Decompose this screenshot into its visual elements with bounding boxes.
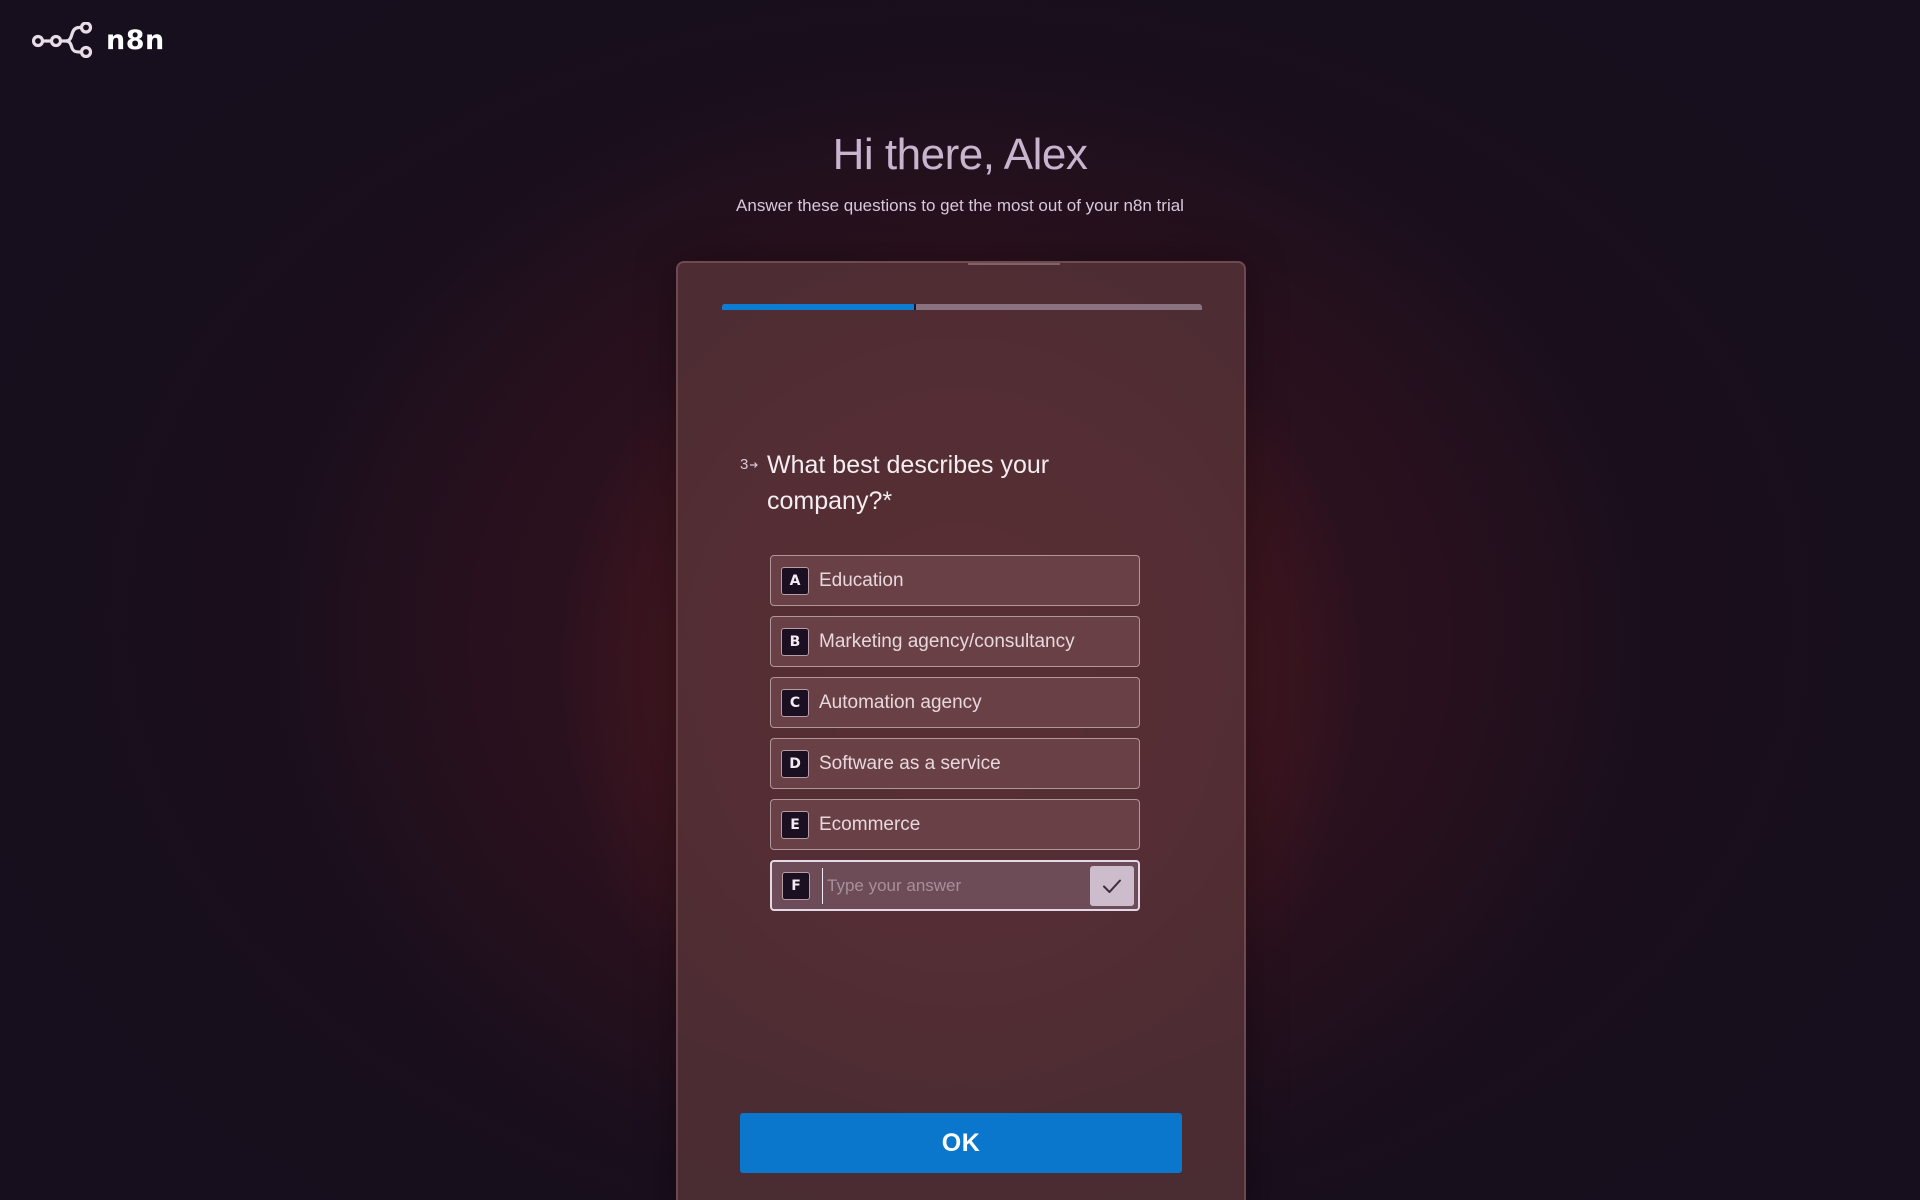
- option-label: Education: [819, 569, 904, 591]
- option-f-other[interactable]: F: [770, 860, 1140, 911]
- option-label: Marketing agency/consultancy: [819, 630, 1075, 652]
- check-icon: [1103, 879, 1121, 893]
- option-key: A: [781, 566, 809, 595]
- survey-progress-bar: [722, 304, 1202, 310]
- answer-options: A Education B Marketing agency/consultan…: [770, 555, 1140, 921]
- n8n-logo-icon: [32, 22, 93, 58]
- option-key: E: [781, 810, 809, 839]
- confirm-answer-button[interactable]: [1090, 865, 1134, 906]
- option-c[interactable]: C Automation agency: [770, 677, 1140, 728]
- option-key: B: [781, 627, 809, 656]
- survey-card: 3 What best describes your company?* A E…: [676, 261, 1246, 1200]
- other-answer-input[interactable]: [822, 867, 1082, 904]
- option-label: Automation agency: [819, 691, 982, 713]
- option-key: F: [782, 871, 810, 900]
- card-top-highlight: [968, 263, 1060, 265]
- question: 3 What best describes your company?*: [740, 447, 1140, 519]
- greeting-subtitle: Answer these questions to get the most o…: [736, 196, 1184, 215]
- option-b[interactable]: B Marketing agency/consultancy: [770, 616, 1140, 667]
- progress-fill: [722, 304, 916, 310]
- n8n-logo[interactable]: n8n: [32, 22, 165, 58]
- greeting-heading: Hi there, Alex: [832, 130, 1088, 179]
- question-number: 3: [740, 447, 767, 473]
- option-key: D: [781, 749, 809, 778]
- option-d[interactable]: D Software as a service: [770, 738, 1140, 789]
- brand-name: n8n: [106, 24, 165, 56]
- arrow-right-icon: [748, 456, 759, 473]
- option-label: Ecommerce: [819, 813, 921, 835]
- question-text: What best describes your company?*: [767, 451, 1050, 515]
- option-key: C: [781, 688, 809, 717]
- ok-button[interactable]: OK: [740, 1113, 1182, 1173]
- option-e[interactable]: E Ecommerce: [770, 799, 1140, 850]
- option-label: Software as a service: [819, 752, 1001, 774]
- option-a[interactable]: A Education: [770, 555, 1140, 606]
